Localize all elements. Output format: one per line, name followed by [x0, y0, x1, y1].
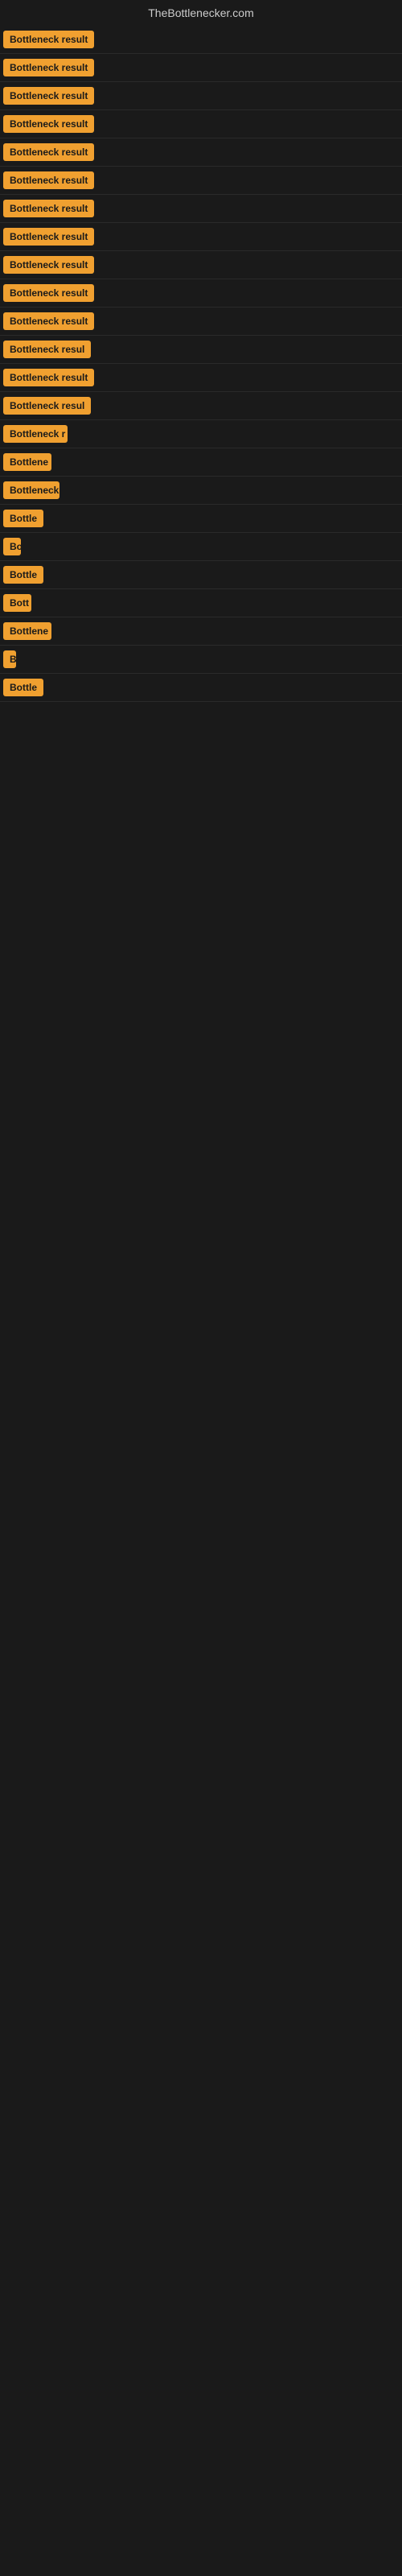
site-header: TheBottlenecker.com — [0, 0, 402, 26]
bottleneck-result-badge[interactable]: Bottlene — [3, 622, 51, 640]
bottleneck-result-badge[interactable]: Bottleneck result — [3, 143, 94, 161]
list-item: Bottleneck r — [0, 420, 402, 448]
list-item: Bottleneck result — [0, 82, 402, 110]
site-title: TheBottlenecker.com — [148, 6, 254, 19]
list-item: Bottleneck result — [0, 167, 402, 195]
bottleneck-result-badge[interactable]: Bottleneck result — [3, 228, 94, 246]
list-item: Bottleneck result — [0, 251, 402, 279]
bottleneck-result-badge[interactable]: Bottle — [3, 510, 43, 527]
list-item: Bottleneck result — [0, 110, 402, 138]
list-item: Bottle — [0, 674, 402, 702]
list-item: Bottlene — [0, 448, 402, 477]
list-item: Bottleneck result — [0, 54, 402, 82]
list-item: Bott — [0, 589, 402, 617]
bottleneck-result-badge[interactable]: B — [3, 650, 16, 668]
bottleneck-result-badge[interactable]: Bottleneck result — [3, 369, 94, 386]
bottleneck-result-badge[interactable]: Bottleneck result — [3, 256, 94, 274]
bottleneck-result-badge[interactable]: Bottleneck resul — [3, 341, 91, 358]
list-item: Bottleneck resul — [0, 392, 402, 420]
bottleneck-result-badge[interactable]: Bottleneck result — [3, 115, 94, 133]
bottleneck-result-badge[interactable]: Bottleneck result — [3, 200, 94, 217]
bottleneck-result-badge[interactable]: Bottleneck result — [3, 87, 94, 105]
list-item: Bottle — [0, 561, 402, 589]
bottleneck-result-badge[interactable]: Bottleneck result — [3, 171, 94, 189]
bottleneck-result-badge[interactable]: Bottleneck result — [3, 31, 94, 48]
bottleneck-result-badge[interactable]: Bottlene — [3, 453, 51, 471]
list-item: B — [0, 646, 402, 674]
list-item: Bottleneck — [0, 477, 402, 505]
list-item: Bottleneck result — [0, 26, 402, 54]
list-item: Bottleneck result — [0, 195, 402, 223]
list-item: Bottleneck result — [0, 308, 402, 336]
bottleneck-result-badge[interactable]: Bottleneck — [3, 481, 59, 499]
list-item: Bottleneck result — [0, 279, 402, 308]
bottleneck-result-badge[interactable]: Bott — [3, 594, 31, 612]
list-item: Bo — [0, 533, 402, 561]
bottleneck-result-badge[interactable]: Bottle — [3, 566, 43, 584]
list-item: Bottle — [0, 505, 402, 533]
bottleneck-result-badge[interactable]: Bottleneck r — [3, 425, 68, 443]
list-item: Bottleneck result — [0, 364, 402, 392]
bottleneck-result-badge[interactable]: Bo — [3, 538, 21, 555]
bottleneck-result-badge[interactable]: Bottleneck resul — [3, 397, 91, 415]
bottleneck-result-badge[interactable]: Bottleneck result — [3, 312, 94, 330]
list-item: Bottleneck resul — [0, 336, 402, 364]
bottleneck-result-badge[interactable]: Bottleneck result — [3, 284, 94, 302]
bottleneck-result-badge[interactable]: Bottle — [3, 679, 43, 696]
list-item: Bottleneck result — [0, 138, 402, 167]
list-item: Bottleneck result — [0, 223, 402, 251]
list-item: Bottlene — [0, 617, 402, 646]
bottleneck-result-badge[interactable]: Bottleneck result — [3, 59, 94, 76]
